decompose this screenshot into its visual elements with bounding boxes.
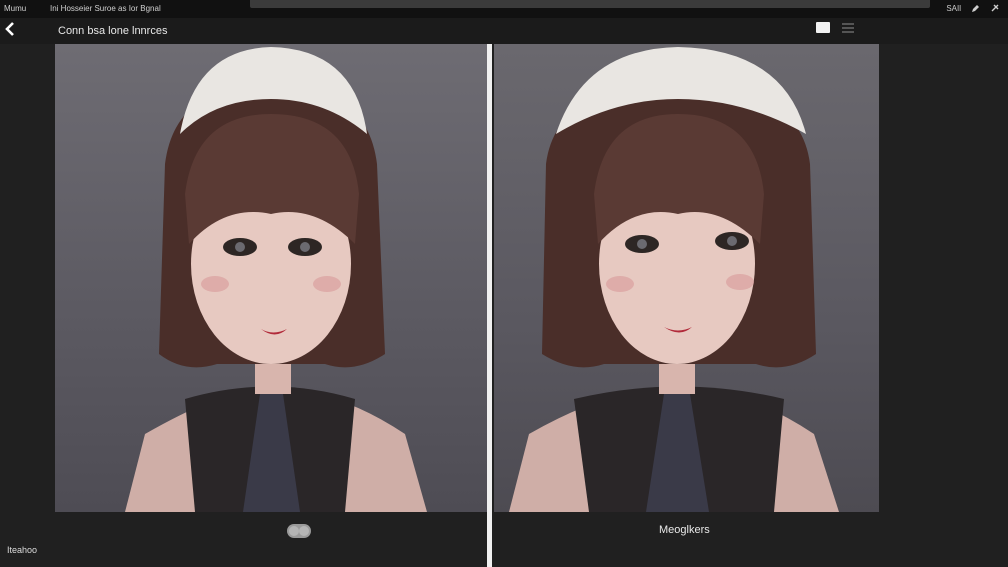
- menu-lines-icon[interactable]: [842, 22, 854, 33]
- app-name: Mumu: [4, 4, 27, 13]
- top-right-label[interactable]: SAIl: [946, 4, 961, 13]
- original-image-panel[interactable]: [55, 44, 487, 512]
- pin-icon[interactable]: [990, 3, 1000, 13]
- footer-label: Iteahoo: [7, 545, 38, 555]
- top-right-controls: SAIl: [946, 3, 1000, 13]
- result-caption: Meoglkers: [659, 524, 710, 536]
- portrait-left-image: [125, 47, 427, 512]
- viewer-header: Conn bsa lone lnnrces: [0, 18, 1008, 44]
- pencil-icon[interactable]: [971, 4, 980, 13]
- split-divider-handle[interactable]: [487, 44, 492, 567]
- back-button[interactable]: [4, 21, 20, 39]
- page-url-text: Ini Hosseier Suroe as Ior Bgnal: [50, 4, 161, 13]
- compare-toggle-icon[interactable]: [287, 524, 311, 538]
- chevron-left-icon: [5, 22, 14, 36]
- top-bar: Mumu Ini Hosseier Suroe as Ior Bgnal SAI…: [0, 0, 1008, 18]
- page-title: Conn bsa lone lnnrces: [58, 25, 168, 37]
- address-bar[interactable]: [250, 0, 930, 8]
- result-image-panel[interactable]: [494, 44, 879, 512]
- view-controls: [816, 22, 854, 33]
- portrait-right-image: [509, 47, 839, 512]
- frame-icon[interactable]: [816, 22, 830, 33]
